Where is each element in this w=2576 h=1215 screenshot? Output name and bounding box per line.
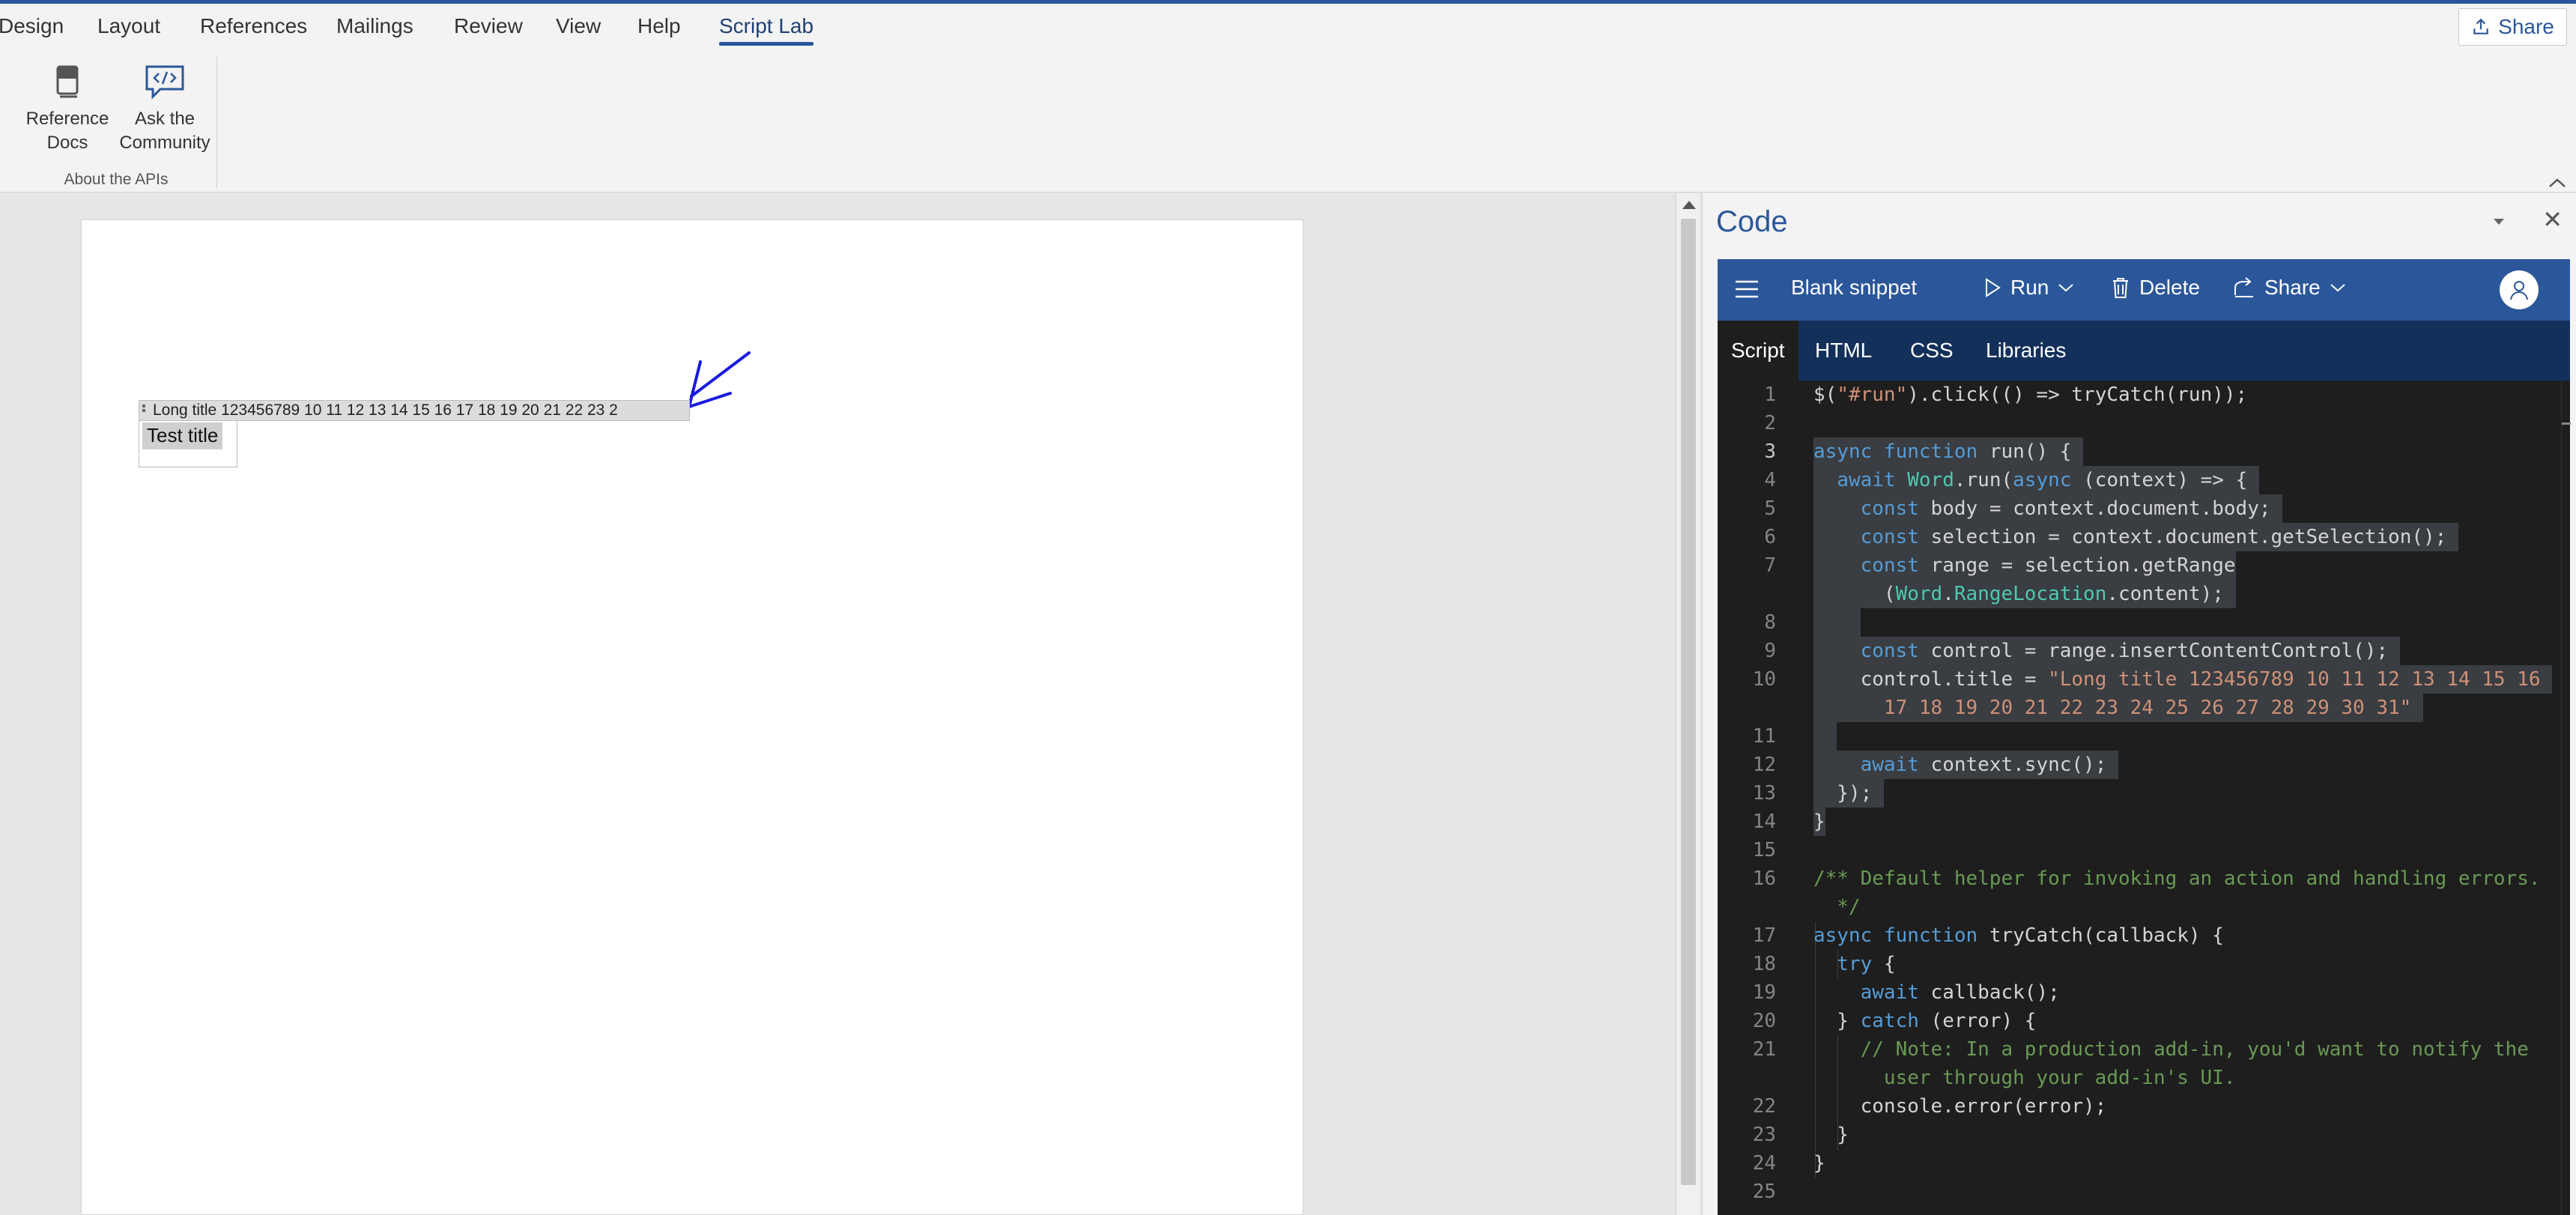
editor-scrollbar[interactable] bbox=[2561, 381, 2571, 1215]
line-number: 19 bbox=[1752, 981, 1776, 1004]
line-number: 8 bbox=[1764, 611, 1776, 634]
share-label: Share bbox=[2498, 15, 2554, 38]
play-icon bbox=[1986, 278, 2001, 297]
drag-handle-icon[interactable] bbox=[142, 405, 147, 416]
document-area: Long title 123456789 10 11 12 13 14 15 1… bbox=[0, 193, 1678, 1215]
delete-button[interactable]: Delete bbox=[2111, 276, 2200, 300]
line-number: 21 bbox=[1752, 1038, 1776, 1061]
ribbon: Design Layout References Mailings Review… bbox=[0, 4, 2576, 193]
tab-help[interactable]: Help bbox=[637, 14, 681, 38]
line-number: 1 bbox=[1764, 384, 1776, 406]
tab-references[interactable]: References bbox=[200, 14, 307, 38]
line-number: 11 bbox=[1752, 725, 1776, 748]
line-number: 18 bbox=[1752, 953, 1776, 975]
hamburger-menu-icon[interactable] bbox=[1734, 279, 1760, 300]
line-number: 3 bbox=[1764, 440, 1776, 463]
line-number: 6 bbox=[1764, 526, 1776, 548]
line-number: 23 bbox=[1752, 1124, 1776, 1146]
editor-tabs: Script HTML CSS Libraries bbox=[1718, 321, 2570, 381]
line-number: 5 bbox=[1764, 497, 1776, 520]
line-number: 24 bbox=[1752, 1152, 1776, 1175]
line-number: 16 bbox=[1752, 867, 1776, 890]
line-number: 4 bbox=[1764, 469, 1776, 491]
chevron-down-icon[interactable] bbox=[2058, 282, 2074, 293]
share-button[interactable]: Share bbox=[2458, 8, 2567, 46]
user-icon bbox=[2510, 281, 2528, 300]
about-the-apis-group: Reference Docs Ask the Community About t… bbox=[15, 56, 217, 188]
tab-mailings[interactable]: Mailings bbox=[336, 14, 413, 38]
line-number: 22 bbox=[1752, 1095, 1776, 1118]
scroll-position-marker bbox=[2562, 422, 2571, 425]
avatar[interactable] bbox=[2500, 270, 2539, 309]
line-number: 7 bbox=[1764, 554, 1776, 577]
ask-community-label-1: Ask the bbox=[134, 109, 196, 129]
scrollbar-thumb[interactable] bbox=[1681, 219, 1696, 1185]
delete-label: Delete bbox=[2139, 276, 2200, 299]
line-number: 10 bbox=[1752, 668, 1776, 691]
book-icon bbox=[49, 64, 85, 100]
trash-icon bbox=[2113, 278, 2128, 298]
scroll-up-icon[interactable] bbox=[1682, 201, 1696, 209]
line-number: 9 bbox=[1764, 640, 1776, 662]
content-control-title: Long title 123456789 10 11 12 13 14 15 1… bbox=[153, 402, 618, 419]
script-lab-app: Blank snippet Run Delete Share Script HT… bbox=[1718, 259, 2571, 1215]
tab-script[interactable]: Script bbox=[1718, 321, 1798, 381]
tab-layout[interactable]: Layout bbox=[97, 14, 160, 38]
run-label: Run bbox=[2010, 276, 2049, 299]
tab-css[interactable]: CSS bbox=[1903, 321, 1961, 381]
line-number: 15 bbox=[1752, 839, 1776, 861]
line-number: 14 bbox=[1752, 810, 1776, 833]
line-number: 17 bbox=[1752, 924, 1776, 947]
collapse-ribbon-icon[interactable] bbox=[2548, 173, 2567, 194]
share-icon bbox=[2234, 277, 2253, 297]
content-control-title-tab[interactable]: Long title 123456789 10 11 12 13 14 15 1… bbox=[139, 400, 690, 421]
content-control[interactable]: Test title bbox=[139, 421, 237, 467]
reference-docs-label-2: Docs bbox=[46, 133, 88, 153]
reference-docs-button[interactable]: Reference Docs bbox=[22, 64, 112, 155]
line-number: 25 bbox=[1752, 1181, 1776, 1203]
chevron-down-icon[interactable] bbox=[2330, 282, 2346, 293]
code-editor[interactable]: 1 $("#run").click(() => tryCatch(run)); 2… bbox=[1718, 381, 2571, 1215]
tab-html[interactable]: HTML bbox=[1807, 321, 1879, 381]
command-bar: Blank snippet Run Delete Share bbox=[1718, 259, 2570, 321]
content-control-text[interactable]: Test title bbox=[142, 422, 223, 449]
document-scrollbar[interactable] bbox=[1676, 193, 1700, 1215]
ink-arrow-annotation bbox=[688, 351, 751, 408]
snippet-name[interactable]: Blank snippet bbox=[1791, 276, 1917, 300]
tab-view[interactable]: View bbox=[556, 14, 601, 38]
line-number: 12 bbox=[1752, 754, 1776, 776]
line-number: 2 bbox=[1764, 412, 1776, 434]
ask-community-button[interactable]: Ask the Community bbox=[112, 64, 217, 155]
pane-share-label: Share bbox=[2264, 276, 2321, 299]
pane-share-button[interactable]: Share bbox=[2233, 276, 2346, 300]
chat-code-icon bbox=[142, 64, 187, 100]
tab-libraries[interactable]: Libraries bbox=[1978, 321, 2073, 381]
tab-script-lab[interactable]: Script Lab bbox=[719, 14, 814, 46]
run-button[interactable]: Run bbox=[1983, 276, 2074, 300]
pane-title: Code bbox=[1716, 205, 1788, 238]
group-label: About the APIs bbox=[64, 171, 169, 188]
share-icon bbox=[2473, 18, 2488, 34]
tab-review[interactable]: Review bbox=[454, 14, 523, 38]
task-pane: Code ✕ Blank snippet Run Delete Share Sc… bbox=[1702, 193, 2576, 1215]
line-number: 20 bbox=[1752, 1010, 1776, 1032]
reference-docs-label-1: Reference bbox=[25, 109, 109, 129]
line-number: 13 bbox=[1752, 782, 1776, 805]
pane-options-chevron-icon[interactable] bbox=[2494, 219, 2504, 225]
close-icon[interactable]: ✕ bbox=[2542, 205, 2563, 234]
tab-design[interactable]: Design bbox=[0, 14, 64, 38]
ask-community-label-2: Community bbox=[119, 133, 210, 153]
